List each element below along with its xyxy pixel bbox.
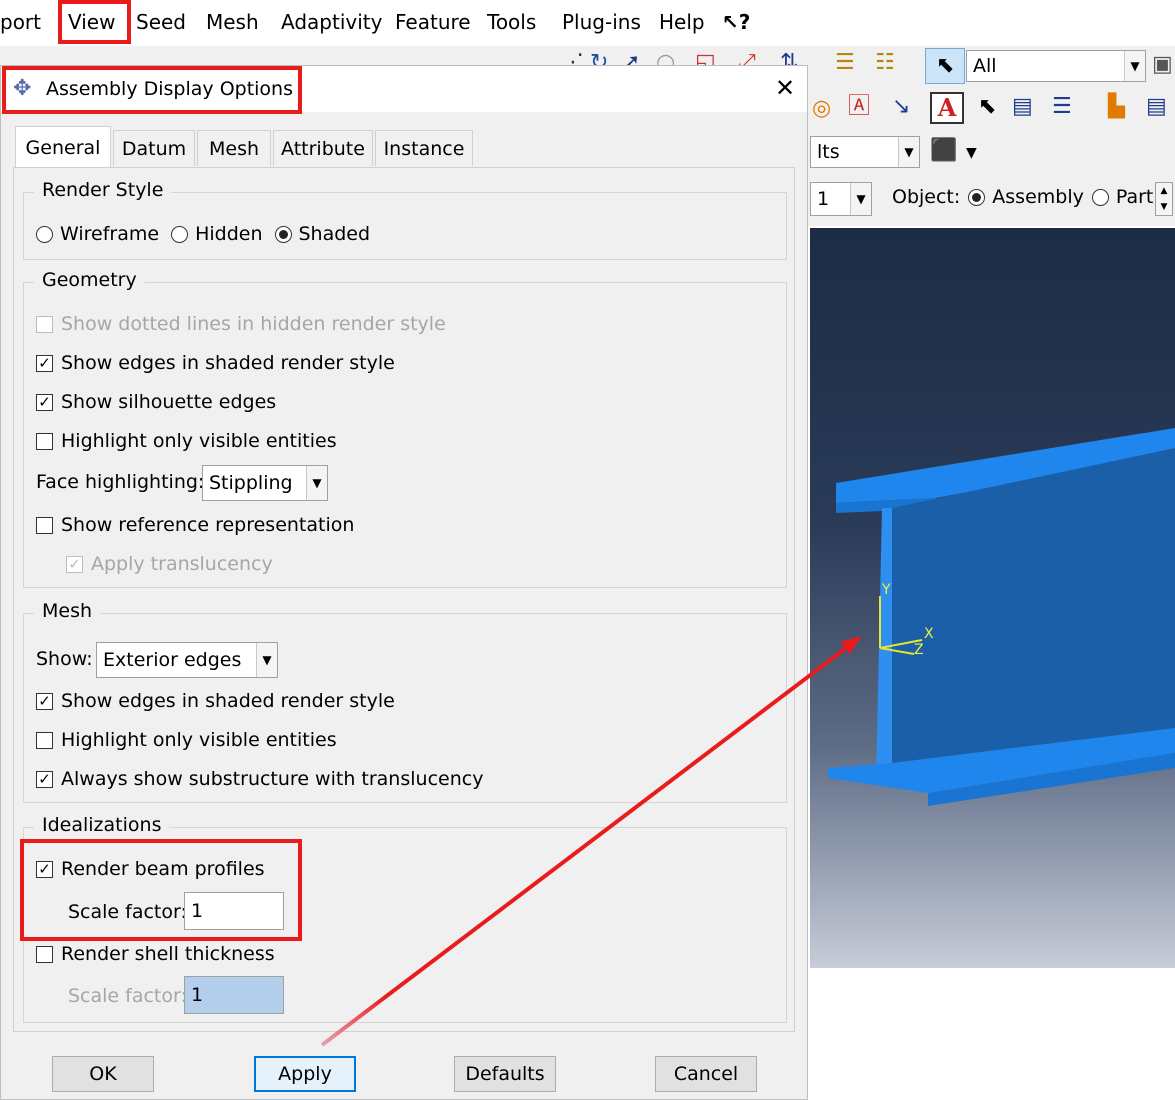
annotation-arrow: [320, 636, 862, 1047]
arrow-line: [320, 643, 852, 1047]
